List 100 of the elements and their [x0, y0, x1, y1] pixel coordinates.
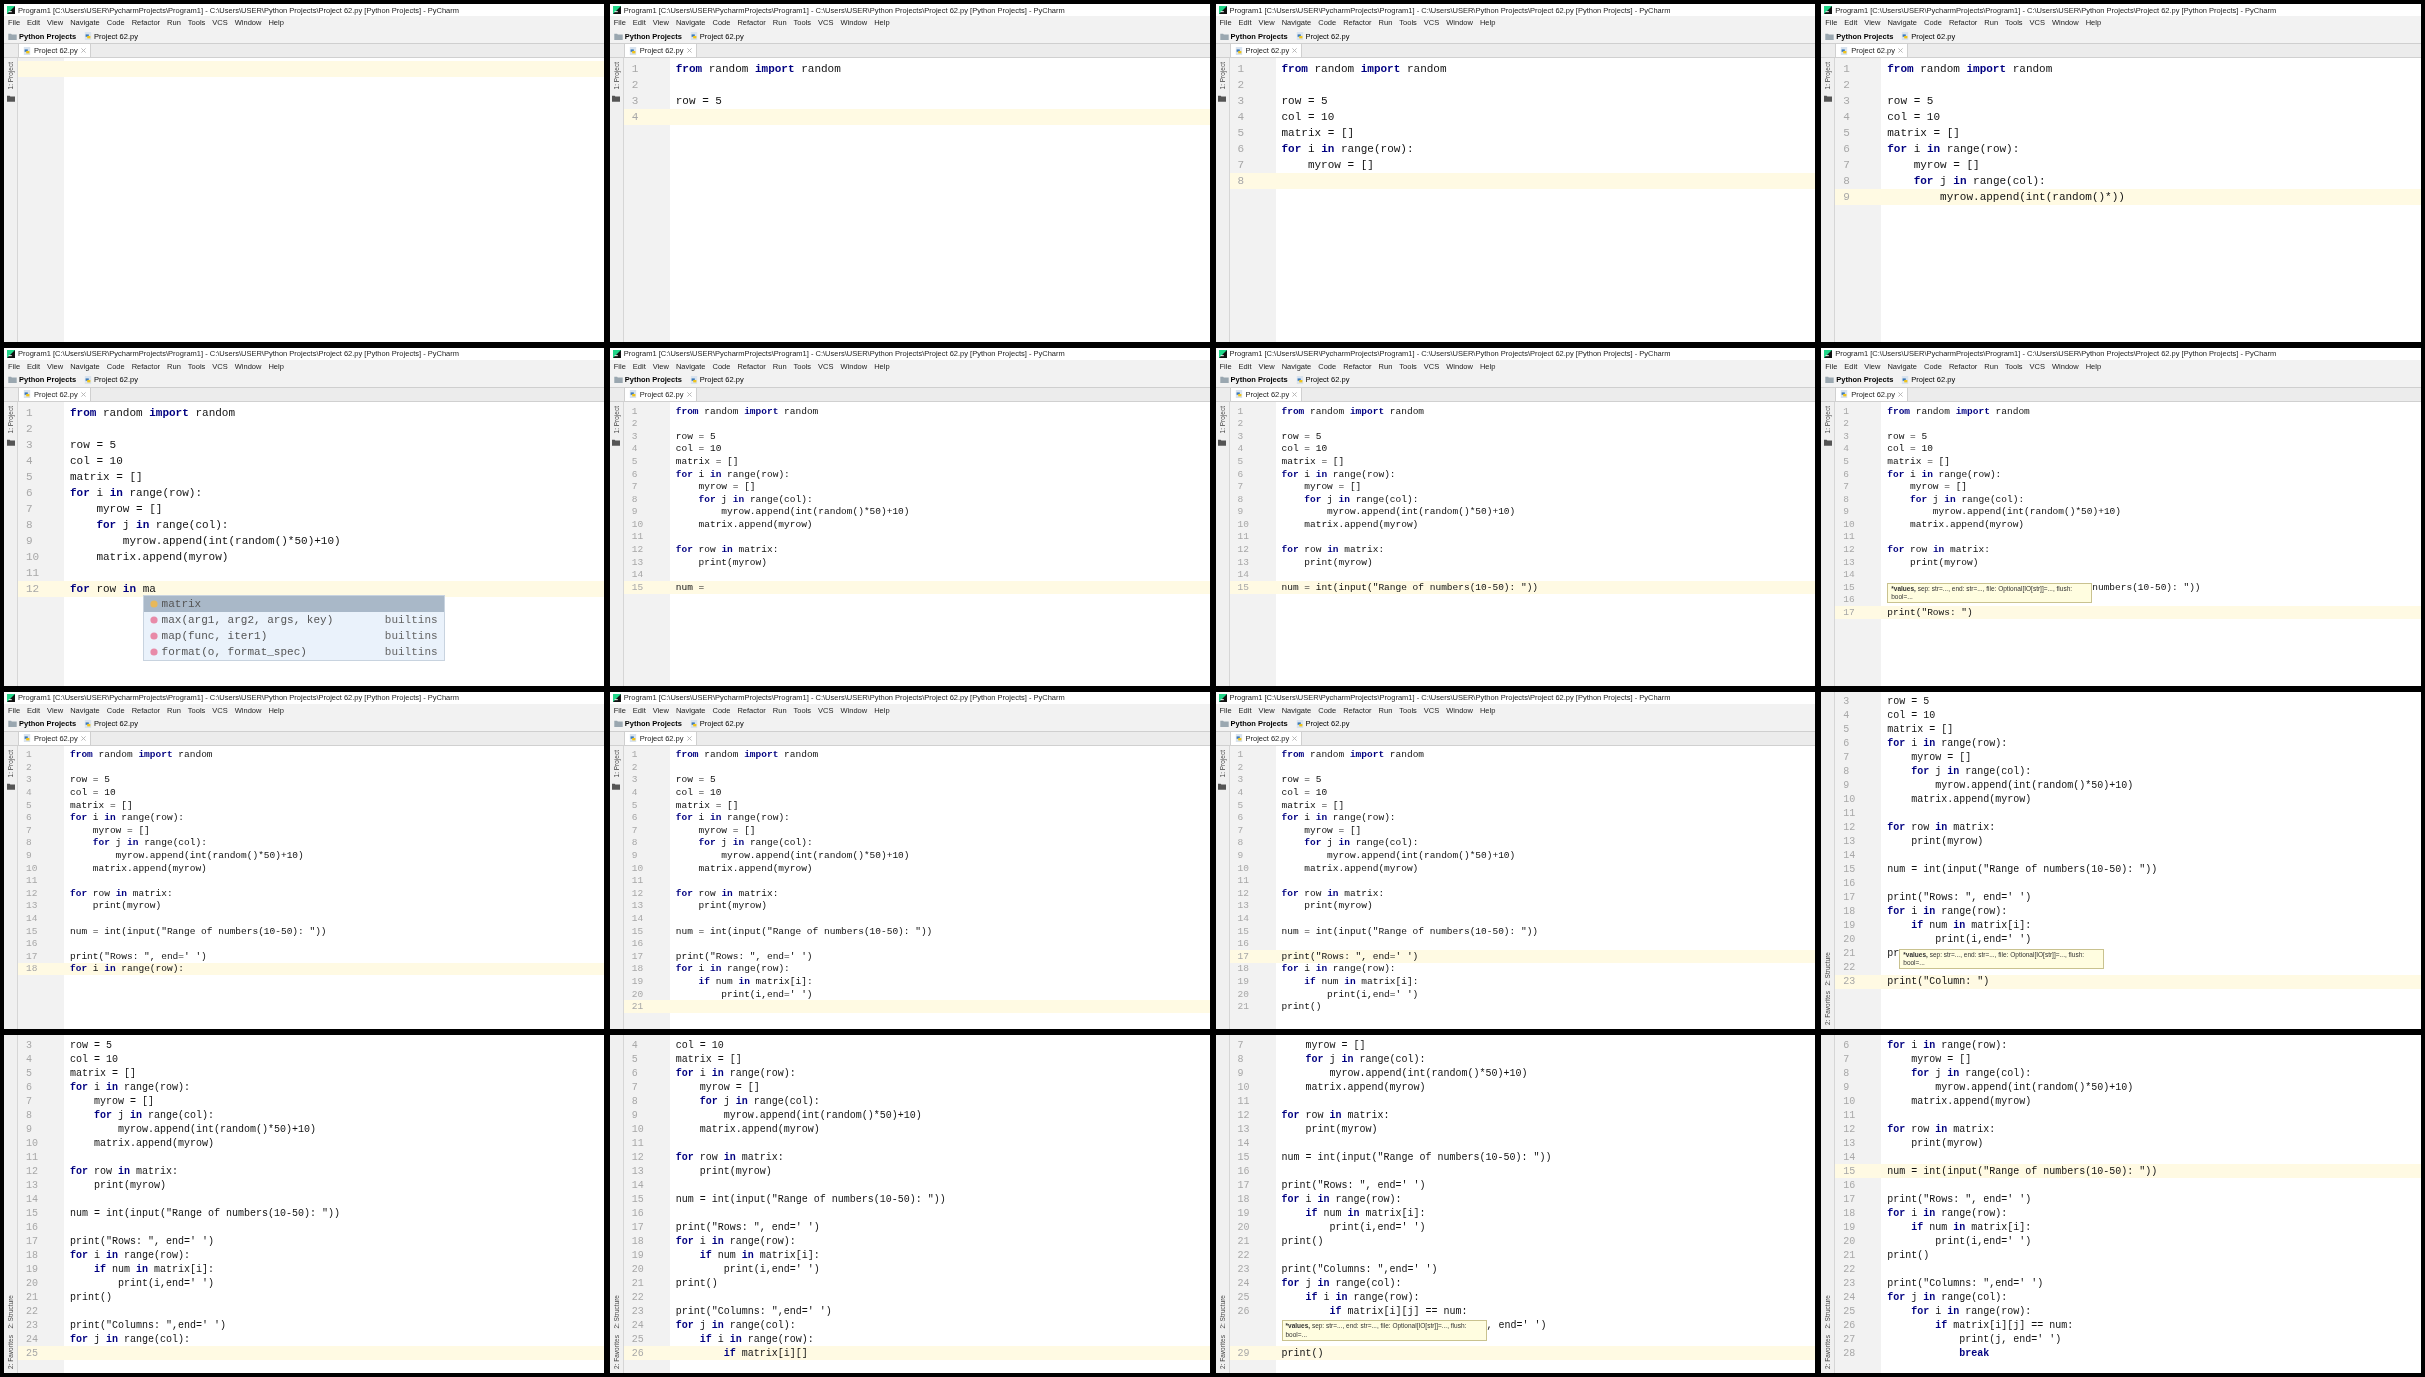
code-line: num = int(input("Range of numbers(10-50): ")): [1887, 1165, 2158, 1177]
line-number: 14: [631, 913, 644, 924]
line-number: 9: [1843, 780, 1850, 791]
line-number: 15: [1843, 581, 1855, 593]
line-number: 1: [26, 406, 33, 419]
line-number: 15: [26, 925, 38, 937]
line-number: 17: [1237, 950, 1249, 962]
code-line: from random import random: [675, 405, 819, 417]
line-number: 21: [1843, 1249, 1856, 1261]
line-number: 12: [631, 1151, 644, 1163]
code-line: for i in range(row):: [1281, 1193, 1402, 1205]
close-icon[interactable]: [686, 391, 692, 397]
line-number: 11: [1237, 1095, 1250, 1107]
close-icon[interactable]: [1898, 391, 1904, 397]
completion-item[interactable]: map(func, iter1) builtins: [143, 627, 444, 644]
line-number: 2: [631, 79, 639, 91]
line-number: 2: [1237, 79, 1245, 91]
code-line: myrow = []: [1909, 481, 1968, 493]
code-line: print(i,end=' '): [1328, 1221, 1426, 1233]
line-number: 16: [1237, 938, 1249, 950]
code-line: myrow = []: [1910, 752, 1972, 763]
code-line: for row in matrix:: [1887, 544, 1990, 556]
line-number: 6: [631, 812, 638, 824]
line-number: 14: [1843, 1151, 1856, 1163]
close-icon[interactable]: [1292, 48, 1298, 53]
code-line: for j in range(col):: [1887, 1291, 2008, 1303]
code-line: matrix.append(myrow): [95, 550, 229, 563]
completion-item[interactable]: max(arg1, arg2, args, key) builtins: [143, 611, 444, 628]
line-number: 2: [1843, 79, 1850, 91]
line-number: 13: [631, 900, 644, 912]
code-line: myrow.append(int(random()*50)+10): [720, 850, 910, 862]
code-line: print(i,end=' '): [1326, 988, 1419, 1000]
code-line: matrix = []: [1887, 127, 1960, 139]
line-number: 9: [26, 850, 32, 862]
code-line: print("Column: "): [1887, 976, 1990, 987]
line-number: 9: [631, 1109, 638, 1121]
python-file-icon: [628, 46, 637, 55]
line-number: 18: [1237, 1193, 1250, 1205]
code-line: pr: [1887, 948, 1900, 959]
line-number: 8: [631, 493, 638, 505]
python-file-icon: [1840, 390, 1849, 399]
line-number: 24: [26, 1333, 38, 1345]
line-number: 26: [1843, 1319, 1856, 1331]
line-number: 20: [1237, 1221, 1250, 1233]
line-number: 10: [1843, 1095, 1856, 1107]
line-number: 3: [631, 430, 638, 442]
line-number: 19: [1843, 920, 1856, 931]
completion-item[interactable]: format(o, format_spec) builtins: [143, 643, 444, 660]
close-icon[interactable]: [80, 48, 86, 53]
code-line: num = int(input("Range of numbers(10-50): ")): [1281, 1151, 1552, 1163]
close-icon[interactable]: [80, 391, 86, 397]
python-file-icon: [23, 734, 31, 742]
code-line: if num in matrix[i]:: [698, 1249, 820, 1261]
code-line: print(myrow): [1910, 1137, 1984, 1149]
code-line: col = 10: [70, 454, 123, 467]
line-number: 1: [631, 63, 639, 75]
line-number: 2: [26, 422, 33, 435]
completion-item[interactable]: matrix: [143, 595, 444, 612]
line-number: 12: [1237, 544, 1249, 556]
close-icon[interactable]: [80, 735, 86, 741]
code-line: num = int(input("Range of numbers(10-50): ")): [675, 925, 933, 937]
line-number: 11: [26, 875, 38, 887]
line-number: 5: [1237, 799, 1244, 811]
close-icon[interactable]: [686, 48, 692, 53]
line-number: 11: [631, 531, 644, 543]
line-number: 12: [631, 544, 644, 556]
line-number: 1: [1237, 405, 1244, 417]
code-line: for row in matrix:: [1281, 1109, 1390, 1121]
code-line: print("Rows: ", end=' '): [1887, 1193, 2032, 1205]
code-line: matrix = []: [1281, 455, 1345, 467]
close-icon[interactable]: [1898, 48, 1904, 53]
close-icon[interactable]: [1292, 735, 1298, 741]
line-number: 21: [1237, 1235, 1250, 1247]
line-number: 15: [631, 925, 644, 937]
code-line: myrow = []: [1304, 1039, 1366, 1051]
code-line: print(): [1281, 1001, 1322, 1013]
line-number: 6: [631, 468, 638, 480]
code-line: print(myrow): [697, 556, 767, 568]
line-number: 12: [631, 887, 644, 899]
code-line: myrow = []: [698, 1081, 760, 1093]
close-icon[interactable]: [1292, 391, 1298, 397]
line-number: 16: [26, 1221, 38, 1233]
line-number: 11: [26, 1151, 38, 1163]
close-icon[interactable]: [686, 735, 692, 741]
line-number: 14: [631, 1179, 644, 1191]
line-number: 4: [631, 787, 638, 799]
line-number: 5: [1237, 455, 1244, 467]
python-file-icon: [1295, 32, 1304, 40]
line-number: 7: [631, 824, 638, 836]
line-number: 3: [26, 1039, 32, 1051]
code-line: print("Rows: ", end=' '): [70, 1235, 215, 1247]
line-number: 15: [1237, 581, 1249, 593]
code-line: col = 10: [1887, 111, 1941, 123]
line-number: 1: [1843, 405, 1849, 417]
python-file-icon: [689, 32, 698, 40]
line-number: 16: [1237, 1165, 1250, 1177]
line-number: 6: [631, 1067, 638, 1079]
line-number: 5: [1843, 455, 1849, 467]
line-number: 13: [1237, 1123, 1250, 1135]
code-line: num = int(input("Range of numbers(10-50): ")): [1281, 925, 1539, 937]
